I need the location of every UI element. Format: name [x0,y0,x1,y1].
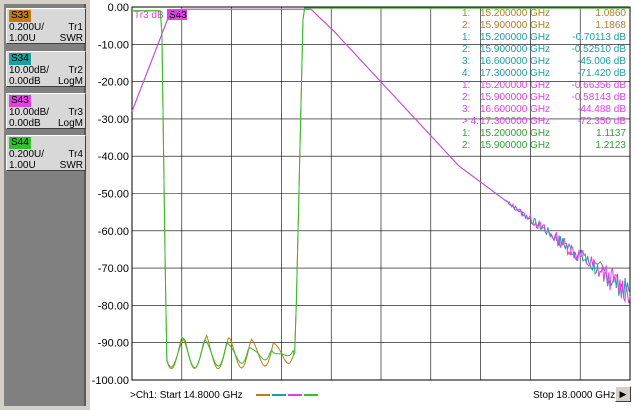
trace-scale: 10.00dB/ [9,107,50,118]
trace-box-s43[interactable]: S43 10.00dB/ 0.00dB Tr3 LogM [6,93,86,129]
active-trace-tag: S43 [169,10,187,21]
marker-num: 2: [462,140,470,151]
trace-number: Tr1 [68,22,83,33]
marker-freq: 16.600000 GHz [480,104,550,115]
marker-num: 1: [462,80,470,91]
y-tick-label: -20.00 [98,77,129,89]
y-tick-label: -10.00 [98,39,129,51]
y-tick-label: -80.00 [98,300,129,312]
marker-freq: 15.200000 GHz [480,80,550,91]
marker-num: 4: [462,68,470,79]
marker-value: -0.70113 dB [572,32,626,43]
plot-area[interactable]: 0.00 -10.00 -20.00 -30.00 -40.00 -50.00 -60.00… [90,0,635,410]
trace-scale: 10.00dB/ [9,65,50,76]
trace-scale: 0.200U/ [9,22,45,33]
trace-box-s34[interactable]: S34 10.00dB/ 0.00dB Tr2 LogM [6,51,86,87]
y-tick-label: 0.00 [108,2,129,14]
marker-num: > 4: [462,116,479,127]
trace-format: SWR [59,33,83,44]
trace-ref: 0.00dB [9,76,41,87]
trace-ref: 1.00U [9,33,36,44]
marker-value: -0.66356 dB [572,80,627,91]
trace-tag: S44 [9,137,31,149]
marker-freq: 16.600000 GHz [480,56,550,67]
trace-box-s33[interactable]: S33 0.200U/ 1.00U Tr1 SWR [6,8,86,44]
trace-scale: 0.200U/ [9,149,45,160]
marker-freq: 15.900000 GHz [480,20,550,31]
marker-freq: 15.200000 GHz [480,32,550,43]
marker-freq: 15.200000 GHz [480,8,550,19]
marker-value: -44.488 dB [577,104,626,115]
marker-value: -45.006 dB [577,56,626,67]
y-tick-label: -100.00 [92,375,129,387]
y-tick-label: -50.00 [98,189,129,201]
marker-num: 1: [462,128,470,139]
marker-num: 3: [462,56,470,67]
marker-value: 1.0860 [595,8,626,19]
marker-value: -0.58143 dB [572,92,627,103]
trace-ref: 0.00dB [9,118,41,129]
marker-value: -71.420 dB [577,68,626,79]
trace-legend [256,393,320,397]
analyzer-window: S33 0.200U/ 1.00U Tr1 SWR S34 10.00dB/ 0… [0,0,635,410]
trace-ref: 1.00U [9,160,36,171]
marker-table: 1: 15.200000 GHz 1.0860 2: 15.900000 GHz 1.18… [462,8,626,151]
y-tick-label: -90.00 [98,338,129,350]
trace-tag: S43 [9,95,31,107]
trace-number: Tr2 [68,65,83,76]
trace-format: LogM [57,118,83,129]
marker-freq: 15.900000 GHz [480,44,550,55]
marker-freq: 15.900000 GHz [480,140,550,151]
trace-number: Tr3 [68,107,83,118]
grid [131,6,631,381]
marker-value: 1.1137 [596,128,626,139]
trace-format: LogM [57,76,83,87]
marker-value: 1.2123 [595,140,626,151]
marker-num: 3: [462,104,470,115]
trace-tag: S34 [9,53,31,65]
trace-format: SWR [59,160,83,171]
marker-freq: 15.900000 GHz [480,92,550,103]
y-tick-label: -60.00 [98,226,129,238]
marker-value: -0.52510 dB [572,44,627,55]
marker-value: 1.1868 [595,20,626,31]
marker-num: 2: [462,92,470,103]
marker-num: 1: [462,32,470,43]
y-tick-label: -70.00 [98,263,129,275]
trace-number: Tr4 [68,149,83,160]
trace-tag: S33 [9,10,31,22]
active-trace-label: Tr3 dB [134,10,164,21]
start-frequency[interactable]: >Ch1: Start 14.8000 GHz [130,390,243,401]
marker-num: 2: [462,44,470,55]
marker-freq: 15.200000 GHz [480,128,550,139]
marker-freq: 17.300000 GHz [480,68,550,79]
marker-num: 1: [462,8,470,19]
trace-panel: S33 0.200U/ 1.00U Tr1 SWR S34 10.00dB/ 0… [4,4,86,406]
marker-freq: 17.300000 GHz [480,116,550,127]
stop-frequency[interactable]: Stop 18.0000 GHz [533,390,615,401]
marker-num: 2: [462,20,470,31]
measurement-plot[interactable]: 0.00 -10.00 -20.00 -30.00 -40.00 -50.00 -60.00… [90,0,635,410]
scroll-right-icon[interactable]: ▶ [615,386,631,402]
trace-box-s44[interactable]: S44 0.200U/ 1.00U Tr4 SWR [6,135,86,171]
marker-value: -72.350 dB [577,116,626,127]
y-tick-label: -40.00 [98,151,129,163]
y-tick-label: -30.00 [98,114,129,126]
